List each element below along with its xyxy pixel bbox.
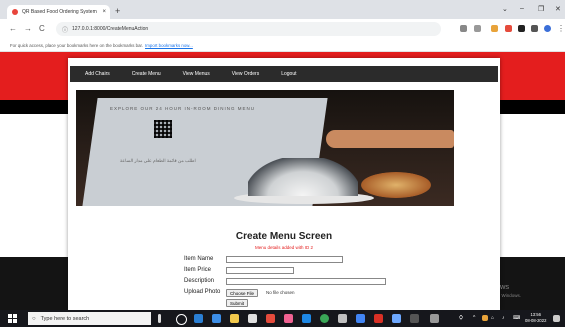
store-icon[interactable] xyxy=(212,314,221,323)
app-icon[interactable] xyxy=(356,314,365,323)
bookmarks-bar: For quick access, place your bookmarks h… xyxy=(0,40,565,52)
activation-watermark: Activate Windows Go to Settings to activ… xyxy=(450,282,521,298)
address-bar[interactable]: ⓘ 127.0.0.1:8000/CreateMenuAction xyxy=(56,22,441,36)
tab-search-icon[interactable]: ⌄ xyxy=(502,5,508,13)
watermark-title: Activate Windows xyxy=(450,282,510,291)
file-status: No file chosen xyxy=(266,290,295,295)
nav-view-orders[interactable]: View Orders xyxy=(221,71,270,77)
upload-photo-label: Upload Photo xyxy=(184,289,221,295)
app-icon[interactable] xyxy=(338,314,347,323)
item-price-label: Item Price xyxy=(184,267,212,273)
clock-date: 08-08-2022 xyxy=(525,318,547,323)
extension-icon[interactable] xyxy=(491,25,498,32)
back-button[interactable]: ← xyxy=(9,24,17,33)
nav-view-menus[interactable]: View Menus xyxy=(172,71,221,77)
status-message: Menu details added with ID 2 xyxy=(254,245,314,250)
extensions-puzzle-icon[interactable] xyxy=(518,25,525,32)
tray-chevron-icon[interactable]: ^ xyxy=(473,315,475,321)
address-toolbar: ← → C ⓘ 127.0.0.1:8000/CreateMenuAction … xyxy=(0,19,565,40)
main-nav: Add Chairs Create Menu View Menus View O… xyxy=(70,66,498,82)
web-page: Add Chairs Create Menu View Menus View O… xyxy=(0,52,565,310)
sidebar-icon[interactable] xyxy=(531,25,538,32)
food-illustration xyxy=(361,172,431,198)
description-label: Description xyxy=(184,278,215,284)
bookmarks-hint: For quick access, place your bookmarks h… xyxy=(10,43,144,48)
extension-icon[interactable] xyxy=(505,25,512,32)
hero-image: EXPLORE OUR 24 HOUR IN-ROOM DINING MENU … xyxy=(76,90,454,206)
new-tab-button[interactable]: + xyxy=(115,6,120,16)
tab-title: QR Based Food Ordering System xyxy=(22,9,97,15)
browser-tab-strip: QR Based Food Ordering System × + ⌄ – ❐ … xyxy=(0,0,565,19)
search-placeholder: Type here to search xyxy=(40,315,90,322)
volume-icon[interactable]: ♪ xyxy=(502,315,505,321)
content-panel: Add Chairs Create Menu View Menus View O… xyxy=(68,58,500,310)
minimize-button[interactable]: – xyxy=(520,5,524,12)
item-name-label: Item Name xyxy=(184,256,214,262)
app-icon[interactable] xyxy=(284,314,293,323)
hero-card-footer: اطلب من قائمة الطعام على مدار الساعة xyxy=(120,158,196,163)
windows-start-icon[interactable] xyxy=(8,314,17,323)
maximize-button[interactable]: ❐ xyxy=(538,5,544,13)
app-icon[interactable] xyxy=(248,314,257,323)
nav-logout[interactable]: Logout xyxy=(270,71,307,77)
taskbar: ○ Type here to search ⛭ ^ ⌂ ♪ ⌨ 13:56 08… xyxy=(0,310,565,327)
close-window-button[interactable]: ✕ xyxy=(555,5,561,13)
hero-card-text: EXPLORE OUR 24 HOUR IN-ROOM DINING MENU xyxy=(110,106,256,111)
tray-app-icon[interactable] xyxy=(482,315,488,321)
mic-icon[interactable] xyxy=(158,314,161,323)
app-icon[interactable] xyxy=(392,314,401,323)
item-name-input[interactable] xyxy=(226,256,343,263)
app-icon[interactable] xyxy=(302,314,311,323)
app-icon[interactable] xyxy=(410,314,419,323)
favicon-icon xyxy=(12,9,18,15)
taskbar-search[interactable]: ○ Type here to search xyxy=(28,312,151,325)
menu-kebab-icon[interactable]: ⋮ xyxy=(557,24,565,33)
url-text: 127.0.0.1:8000/CreateMenuAction xyxy=(72,26,149,32)
description-input[interactable] xyxy=(226,278,386,285)
bookmark-star-icon[interactable] xyxy=(474,25,481,32)
file-explorer-icon[interactable] xyxy=(230,314,239,323)
hand-illustration xyxy=(326,130,454,148)
app-icon[interactable] xyxy=(374,314,383,323)
chrome-icon[interactable] xyxy=(320,314,329,323)
people-icon[interactable]: ⛭ xyxy=(459,315,463,321)
profile-avatar[interactable] xyxy=(544,25,551,32)
submit-button[interactable]: Submit xyxy=(226,299,249,307)
edge-icon[interactable] xyxy=(194,314,203,323)
network-icon[interactable]: ⌂ xyxy=(491,315,494,321)
watermark-subtitle: Go to Settings to activate Windows. xyxy=(450,293,522,298)
forward-button[interactable]: → xyxy=(24,24,32,33)
qr-code-icon xyxy=(154,120,172,138)
app-icon[interactable] xyxy=(430,314,439,323)
page-title: Create Menu Screen xyxy=(235,231,333,242)
search-icon: ○ xyxy=(32,315,36,322)
notification-icon[interactable] xyxy=(553,315,560,322)
choose-file-button[interactable]: Choose File xyxy=(226,289,259,297)
language-icon[interactable]: ⌨ xyxy=(513,315,520,321)
browser-tab[interactable]: QR Based Food Ordering System × xyxy=(7,5,110,19)
app-icon[interactable] xyxy=(266,314,275,323)
cloche-illustration xyxy=(248,158,358,196)
reload-button[interactable]: C xyxy=(39,24,45,33)
nav-add-chairs[interactable]: Add Chairs xyxy=(74,71,121,77)
cortana-icon[interactable] xyxy=(176,314,187,325)
nav-create-menu[interactable]: Create Menu xyxy=(121,71,172,77)
tab-close-icon[interactable]: × xyxy=(102,9,106,15)
item-price-input[interactable] xyxy=(226,267,294,274)
import-bookmarks-link[interactable]: Import bookmarks now... xyxy=(145,43,193,48)
share-icon[interactable] xyxy=(460,25,467,32)
site-info-icon[interactable]: ⓘ xyxy=(62,25,68,34)
taskbar-clock[interactable]: 13:56 08-08-2022 xyxy=(525,312,546,324)
